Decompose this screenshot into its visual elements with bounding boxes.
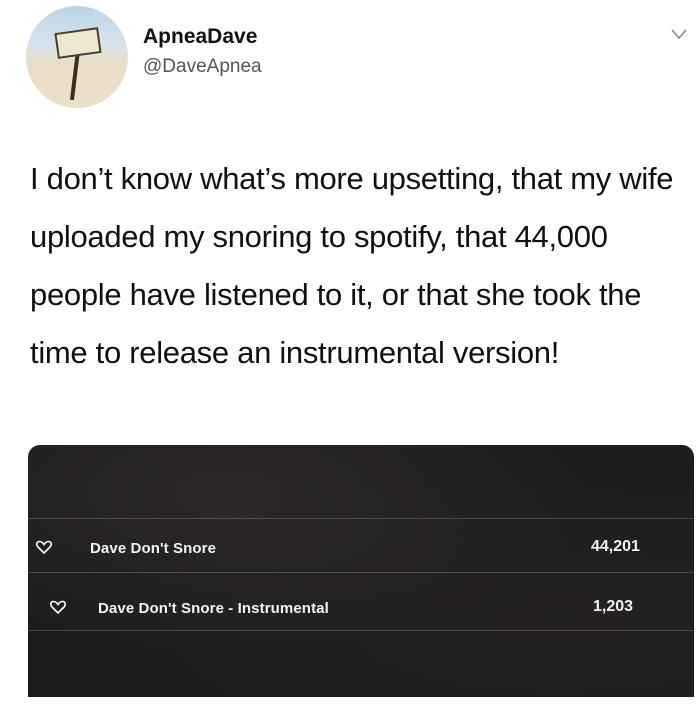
heart-icon[interactable] [36,540,52,554]
track-title[interactable]: Dave Don't Snore - Instrumental [98,600,329,617]
user-handle[interactable]: @DaveApnea [143,56,262,78]
play-count: 1,203 [593,598,634,615]
avatar-sign [54,27,102,59]
tweet-text: I don’t know what’s more upsetting, that… [30,161,674,370]
play-count: 44,201 [591,538,640,555]
divider [28,572,694,573]
heart-icon[interactable] [50,600,66,614]
track-title[interactable]: Dave Don't Snore [90,540,216,557]
avatar[interactable] [26,6,128,108]
display-name[interactable]: ApneaDave [143,25,257,49]
chevron-down-icon[interactable] [671,28,687,40]
divider [28,630,694,631]
divider [28,518,694,519]
spotify-screenshot: Dave Don't Snore 44,201 Dave Don't Snore… [28,445,694,697]
track-row[interactable]: Dave Don't Snore 44,201 [28,530,694,570]
track-row[interactable]: Dave Don't Snore - Instrumental 1,203 [28,590,694,630]
